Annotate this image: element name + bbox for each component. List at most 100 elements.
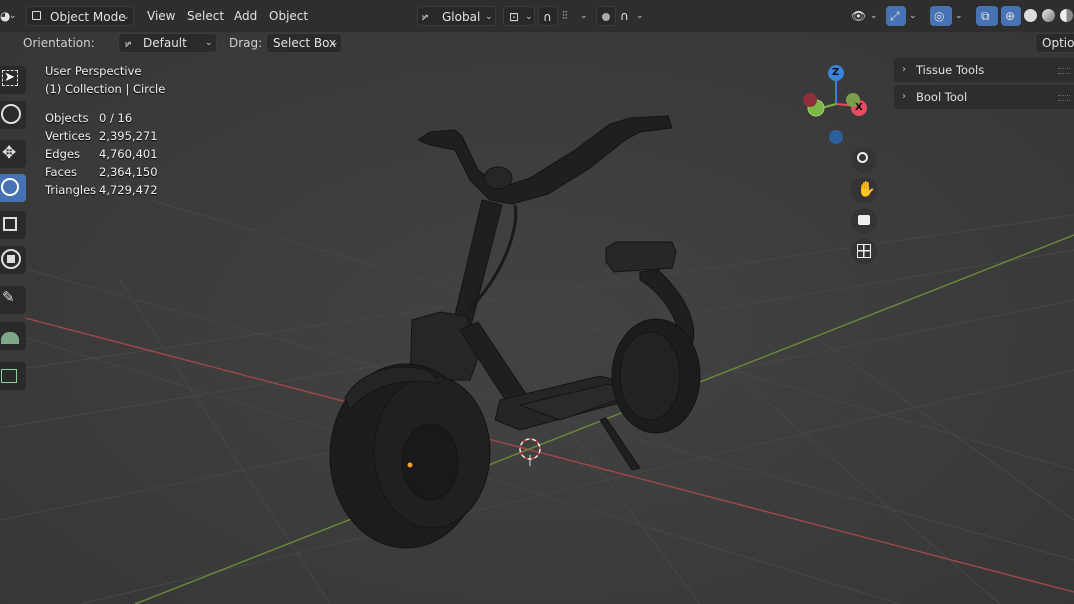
shading-solid[interactable] bbox=[1021, 6, 1039, 26]
chevron-down-icon: ⌄ bbox=[955, 11, 963, 21]
stat-vertices-label: Vertices bbox=[45, 129, 91, 143]
menu-view[interactable]: View bbox=[147, 6, 175, 26]
rendered-sphere-icon bbox=[1060, 9, 1073, 22]
scale-icon bbox=[3, 217, 17, 231]
zoom-button[interactable] bbox=[851, 147, 877, 173]
panel-bool-tool[interactable]: › Bool Tool bbox=[894, 85, 1074, 109]
ruler-icon bbox=[1, 332, 19, 344]
hand-pan-icon: ✋ bbox=[857, 180, 876, 198]
chevron-down-icon: ⌄ bbox=[909, 11, 917, 21]
gizmo-z-label[interactable]: Z bbox=[832, 64, 839, 82]
mode-select[interactable]: Object Mode ⌄ bbox=[26, 6, 134, 26]
tool-measure[interactable] bbox=[0, 322, 26, 350]
shading-wireframe[interactable]: ⊕ bbox=[1001, 6, 1021, 26]
material-sphere-icon bbox=[1042, 9, 1055, 22]
tool-settings-bar: Orientation: ⦬ Default ⌄ Drag: Select Bo… bbox=[0, 32, 1074, 54]
overlays-toggle[interactable]: ◎ bbox=[930, 6, 952, 26]
drag-label: Drag: bbox=[229, 36, 263, 50]
tool-add-cube[interactable] bbox=[0, 362, 26, 390]
drag-grip-icon[interactable] bbox=[1058, 95, 1070, 101]
transform-orientation-label: Global bbox=[442, 10, 481, 24]
snap-target-select[interactable]: ⫶⫶ ⌄ bbox=[560, 6, 590, 26]
panel-label: Bool Tool bbox=[916, 90, 968, 104]
tool-select-box[interactable]: ➤ bbox=[0, 66, 26, 94]
gizmo-x-label[interactable]: X bbox=[855, 99, 863, 117]
menu-add[interactable]: Add bbox=[234, 6, 257, 26]
stat-vertices-value: 2,395,271 bbox=[99, 129, 158, 143]
drag-select[interactable]: Select Box ⌄ bbox=[266, 33, 342, 53]
chevron-down-icon: ⌄ bbox=[580, 11, 588, 21]
chevron-right-icon: › bbox=[902, 91, 906, 102]
pan-button[interactable]: ✋ bbox=[851, 177, 877, 203]
blender-window: Z X ◕ ⌄ Object Mode ⌄ View Select Add Obj… bbox=[0, 0, 1074, 604]
solid-sphere-icon bbox=[1024, 9, 1037, 22]
stat-objects-label: Objects bbox=[45, 111, 89, 125]
tool-rotate[interactable] bbox=[0, 174, 26, 202]
gizmo-toggle[interactable]: ⤢ bbox=[886, 6, 906, 26]
panel-label: Tissue Tools bbox=[916, 63, 985, 77]
options-label: Optio bbox=[1042, 36, 1074, 50]
orientation-axes-icon: ⦬ bbox=[422, 10, 429, 23]
panel-tissue-tools[interactable]: › Tissue Tools bbox=[894, 58, 1074, 82]
magnet-icon: ∩ bbox=[543, 10, 552, 24]
visibility-select[interactable]: 👁 ⌄ bbox=[848, 6, 880, 26]
wireframe-sphere-icon: ⊕ bbox=[1005, 9, 1016, 23]
ortho-toggle-button[interactable] bbox=[851, 238, 877, 264]
proportional-edit-icon bbox=[602, 13, 610, 21]
menu-object[interactable]: Object bbox=[269, 6, 308, 26]
tool-scale[interactable] bbox=[0, 211, 26, 239]
tool-transform[interactable] bbox=[0, 246, 26, 274]
chevron-right-icon: › bbox=[902, 64, 906, 75]
stat-triangles-value: 4,729,472 bbox=[99, 183, 158, 197]
snap-toggle[interactable]: ∩ bbox=[538, 6, 558, 26]
proportional-edit-toggle[interactable] bbox=[596, 6, 616, 26]
shading-material[interactable] bbox=[1039, 6, 1057, 26]
chevron-down-icon: ⌄ bbox=[525, 12, 533, 22]
tool-move[interactable]: ✥ bbox=[0, 140, 26, 168]
move-arrows-icon: ✥ bbox=[2, 143, 17, 163]
pivot-icon: ⊡ bbox=[509, 10, 520, 24]
falloff-select[interactable]: ∩ ⌄ bbox=[618, 6, 646, 26]
xray-icon: ⧉ bbox=[981, 9, 990, 23]
rotate-icon bbox=[1, 178, 19, 196]
collection-info: (1) Collection | Circle bbox=[45, 82, 166, 96]
orientation-value: Default bbox=[143, 36, 187, 50]
overlays-select[interactable]: ⌄ bbox=[952, 6, 968, 26]
transform-orientation-select[interactable]: ⦬ Global ⌄ bbox=[417, 6, 496, 26]
chevron-down-icon: ⌄ bbox=[485, 12, 493, 22]
chevron-down-icon: ⌄ bbox=[870, 11, 878, 21]
tool-cursor[interactable] bbox=[0, 101, 26, 129]
grid-view-icon bbox=[857, 244, 871, 258]
zoom-icon bbox=[857, 152, 868, 163]
stat-objects-value: 0 / 16 bbox=[99, 111, 133, 125]
stat-triangles-label: Triangles bbox=[45, 183, 97, 197]
pencil-icon: ✎ bbox=[2, 288, 15, 306]
gizmo-select[interactable]: ⌄ bbox=[906, 6, 922, 26]
tool-annotate[interactable]: ✎ bbox=[0, 286, 26, 314]
menu-select[interactable]: Select bbox=[187, 6, 224, 26]
add-cube-icon bbox=[1, 369, 17, 383]
chevron-down-icon: ⌄ bbox=[122, 12, 130, 22]
orientation-select[interactable]: ⦬ Default ⌄ bbox=[118, 33, 217, 53]
drag-grip-icon[interactable] bbox=[1058, 68, 1070, 74]
editor-type-button[interactable]: ◕ ⌄ bbox=[0, 6, 18, 26]
chevron-down-icon: ⌄ bbox=[331, 38, 339, 48]
overlay-circles-icon: ◎ bbox=[934, 9, 945, 23]
transform-inner-icon bbox=[7, 255, 15, 263]
orientation-label: Orientation: bbox=[23, 36, 95, 50]
stat-faces-label: Faces bbox=[45, 165, 77, 179]
chevron-down-icon: ⌄ bbox=[205, 38, 213, 48]
chevron-down-icon: ⌄ bbox=[9, 11, 17, 21]
shading-rendered[interactable] bbox=[1057, 6, 1074, 26]
cursor-arrow-icon: ➤ bbox=[4, 70, 15, 85]
camera-view-button[interactable] bbox=[851, 208, 877, 234]
chevron-down-icon: ⌄ bbox=[636, 11, 644, 21]
xray-toggle[interactable]: ⧉ bbox=[976, 6, 998, 26]
stat-edges-value: 4,760,401 bbox=[99, 147, 158, 161]
pivot-point-select[interactable]: ⊡ ⌄ bbox=[503, 6, 535, 26]
falloff-curve-icon: ∩ bbox=[620, 9, 629, 23]
orientation-axes-icon: ⦬ bbox=[125, 37, 132, 50]
stat-faces-value: 2,364,150 bbox=[99, 165, 158, 179]
options-button[interactable]: Optio bbox=[1035, 33, 1074, 53]
gizmo-arrows-icon: ⤢ bbox=[890, 9, 900, 23]
